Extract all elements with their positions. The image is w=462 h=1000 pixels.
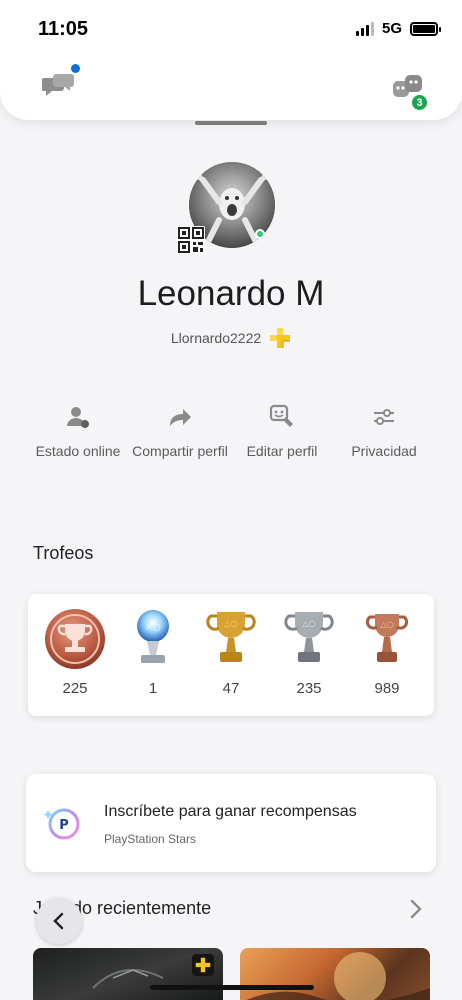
trophy-row: 225 ✕○ 1 △○ 47 △○ 235 △○ 989	[28, 608, 434, 697]
trophy-platinum[interactable]: ✕○ 1	[117, 608, 189, 697]
signal-icon	[355, 21, 374, 36]
playstation-stars-icon: P	[43, 808, 80, 840]
action-edit-profile[interactable]: Editar perfil	[232, 404, 332, 461]
username: Llornardo2222	[170, 330, 262, 346]
trophy-level-icon	[45, 609, 105, 669]
bronze-trophy-icon: △○	[365, 614, 409, 662]
sheet-handle[interactable]	[195, 121, 267, 125]
qr-code-icon[interactable]	[177, 226, 205, 254]
trophy-count: 989	[374, 680, 400, 697]
trophies-title: Trofeos	[33, 543, 94, 563]
playstation-stars-card[interactable]: P Inscríbete para ganar recompensas Play…	[26, 774, 436, 872]
action-share-profile[interactable]: Compartir perfil	[130, 404, 230, 461]
network-type: 5G	[381, 20, 402, 37]
trophy-gold[interactable]: △○ 47	[195, 608, 267, 697]
action-privacy[interactable]: Privacidad	[334, 404, 434, 461]
messages-icon[interactable]	[42, 72, 76, 102]
stars-subtitle: PlayStation Stars	[104, 832, 197, 846]
trophy-count: 225	[62, 680, 88, 697]
sliders-icon	[374, 409, 394, 425]
profile-screen: 11:05 5G 3 Leonardo M Llornardo2222 Esta…	[0, 0, 462, 1000]
trophy-count: 47	[222, 680, 240, 697]
notification-dot	[71, 64, 80, 73]
svg-text:✕○: ✕○	[145, 623, 161, 633]
action-label: Estado online	[35, 443, 121, 459]
playstation-plus-icon	[270, 328, 291, 348]
trophy-silver[interactable]: △○ 235	[273, 608, 345, 697]
friends-count-badge: 3	[410, 93, 429, 112]
gold-trophy-icon: △○	[206, 612, 256, 662]
game-art	[246, 952, 430, 1000]
trophy-count: 1	[148, 680, 158, 697]
person-status-icon	[67, 407, 89, 428]
display-name: Leonardo M	[137, 274, 325, 313]
status-time: 11:05	[38, 18, 89, 40]
platinum-trophy-icon: ✕○	[137, 610, 169, 663]
action-online-status[interactable]: Estado online	[28, 404, 128, 461]
status-indicators: 5G	[355, 20, 441, 37]
action-label: Editar perfil	[246, 443, 318, 459]
svg-text:P: P	[59, 818, 69, 833]
share-arrow-icon	[170, 409, 191, 426]
chevron-left-icon	[53, 912, 64, 930]
home-indicator[interactable]	[150, 985, 314, 990]
online-status-dot	[255, 229, 265, 239]
username-row: Llornardo2222	[0, 327, 462, 349]
profile-actions: Estado online Compartir perfil Editar pe…	[28, 404, 434, 461]
top-sheet: 11:05 5G 3	[0, 0, 462, 120]
svg-text:△○: △○	[302, 619, 315, 628]
silver-trophy-icon: △○	[284, 612, 334, 662]
trophy-bronze[interactable]: △○ 989	[351, 608, 423, 697]
svg-text:△○: △○	[224, 619, 237, 628]
playstation-plus-icon	[192, 954, 214, 976]
stars-title: Inscríbete para ganar recompensas	[104, 803, 357, 820]
svg-text:△○: △○	[380, 620, 393, 629]
action-label: Compartir perfil	[132, 443, 228, 459]
edit-profile-icon	[269, 404, 293, 427]
chevron-right-icon[interactable]	[408, 898, 424, 920]
battery-icon	[410, 21, 441, 36]
trophy-level[interactable]: 225	[39, 608, 111, 697]
back-button[interactable]	[36, 898, 82, 944]
game-tile[interactable]	[240, 948, 430, 1000]
action-label: Privacidad	[351, 443, 417, 459]
trophies-card[interactable]: 225 ✕○ 1 △○ 47 △○ 235 △○ 989	[28, 594, 434, 716]
trophy-count: 235	[296, 680, 322, 697]
